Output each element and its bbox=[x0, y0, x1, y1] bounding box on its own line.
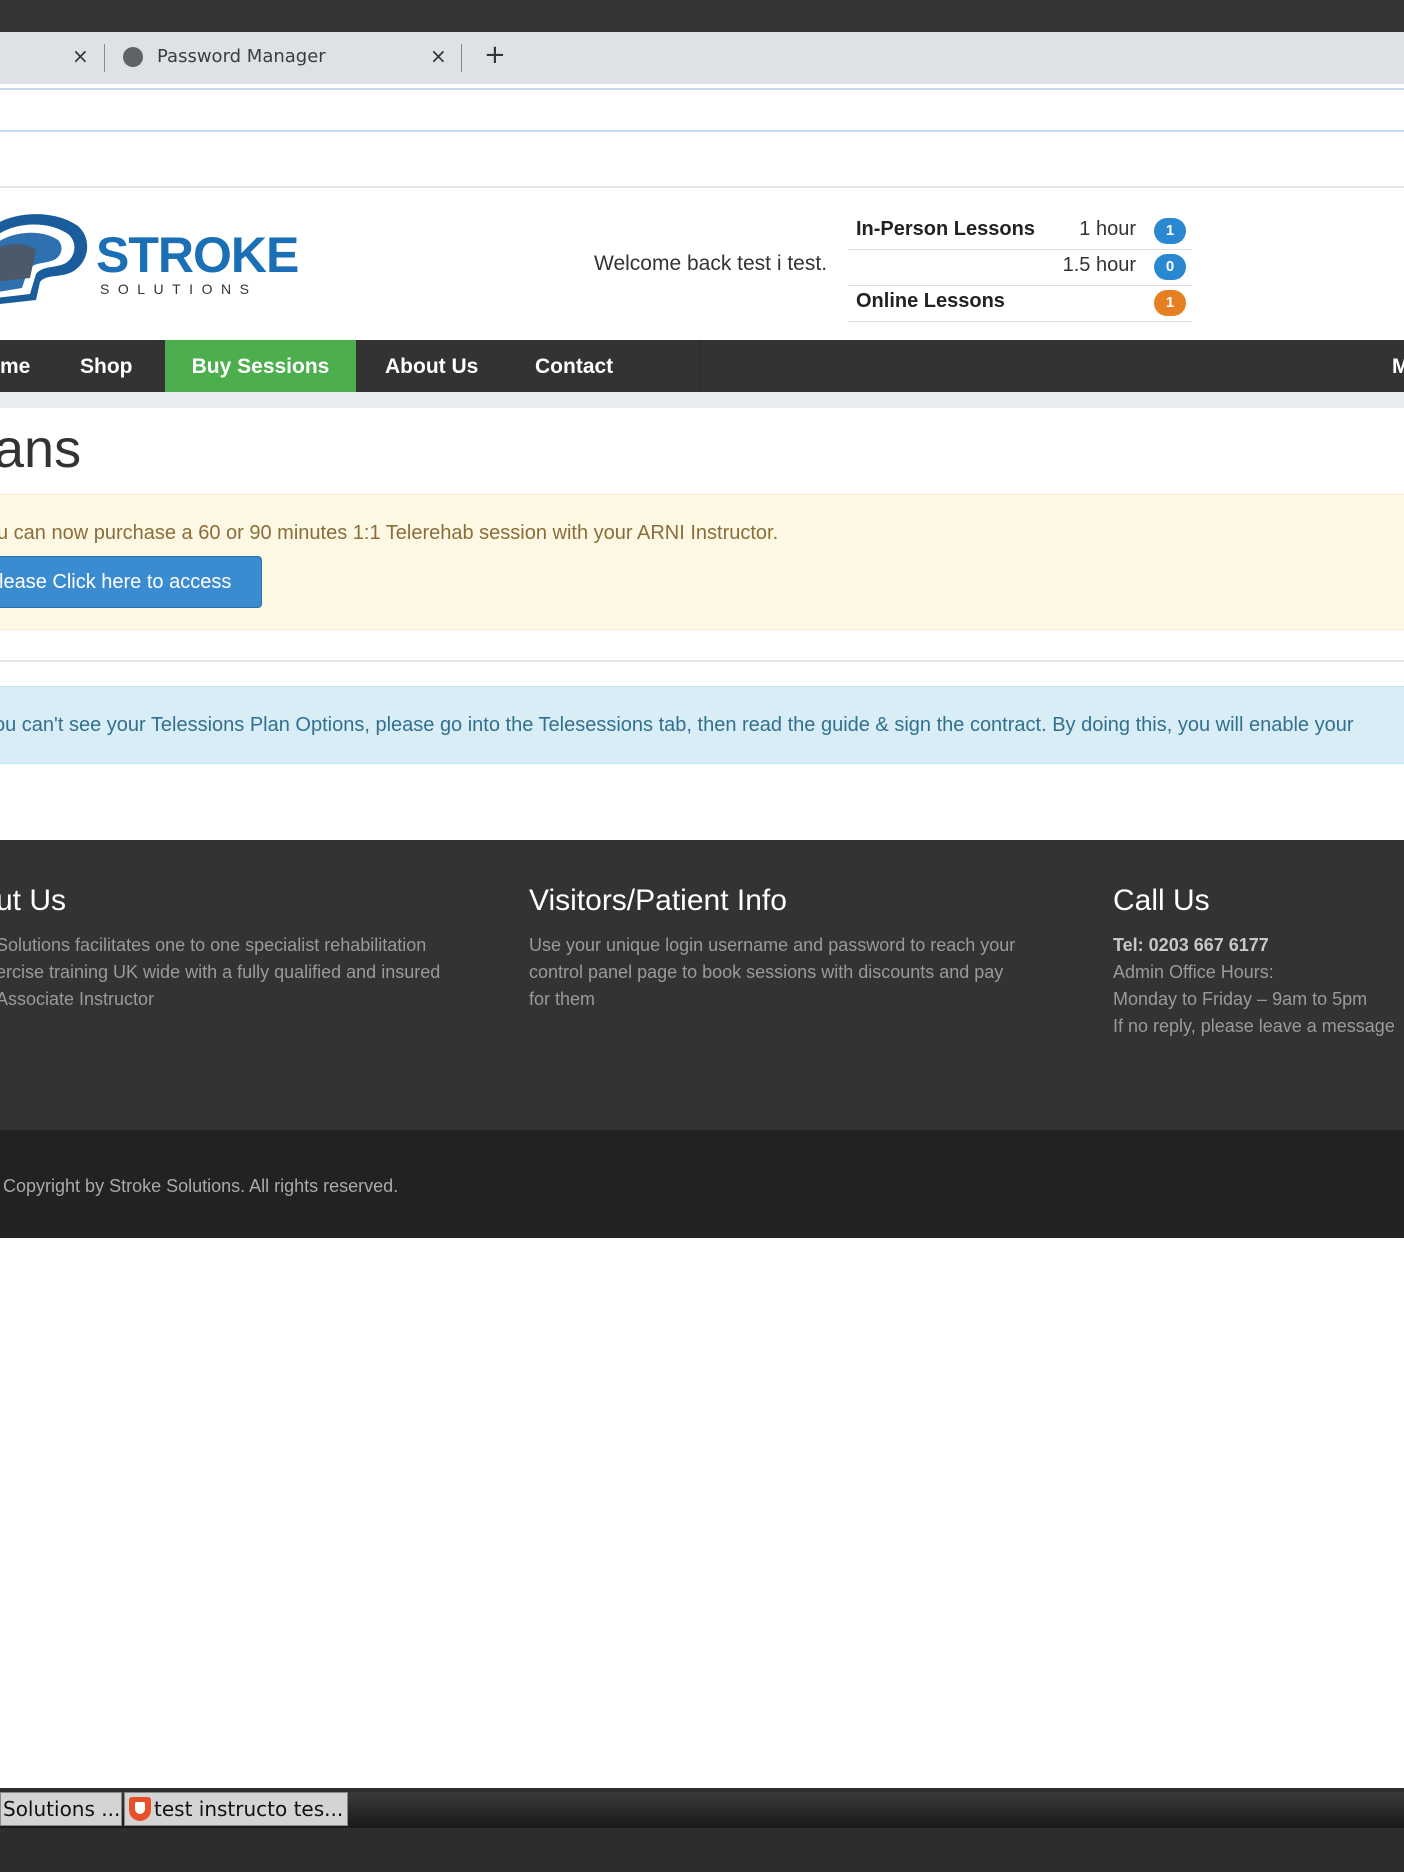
lesson-count-badge: 1 bbox=[1154, 218, 1186, 244]
nav-shop[interactable]: Shop bbox=[55, 340, 158, 392]
footer-call-heading: Call Us bbox=[1113, 884, 1210, 917]
lesson-count-badge: 0 bbox=[1154, 254, 1186, 280]
taskbar-window-label: test instructo tes... bbox=[154, 1797, 344, 1821]
footer-call-text: Tel: 0203 667 6177 Admin Office Hours: M… bbox=[1113, 932, 1395, 1040]
tab-separator bbox=[461, 44, 462, 72]
logo-subtitle: SOLUTIONS bbox=[100, 281, 258, 297]
address-border bbox=[0, 88, 1404, 90]
lesson-duration: 1.5 hour bbox=[1062, 254, 1136, 276]
footer-visitors-text: Use your unique login username and passw… bbox=[529, 932, 1015, 1013]
tab-separator bbox=[104, 44, 105, 72]
nav-right-item[interactable]: M bbox=[1392, 340, 1404, 392]
address-border bbox=[0, 130, 1404, 132]
lesson-duration: 1 hour bbox=[1079, 218, 1136, 240]
address-area bbox=[0, 84, 1404, 188]
copyright-label: Copyright by Stroke Solutions. All right… bbox=[3, 1176, 399, 1196]
footer-visitors-line: control panel page to book sessions with… bbox=[529, 962, 1004, 982]
main-navbar: me Shop Buy Sessions About Us Contact M bbox=[0, 340, 1404, 392]
lesson-row: 1.5 hour 0 bbox=[848, 248, 1192, 284]
footer-about-line: Associate Instructor bbox=[0, 989, 155, 1009]
site-footer: ut Us Solutions facilitates one to one s… bbox=[0, 840, 1404, 1130]
taskbar-window-label: Solutions ... bbox=[3, 1797, 121, 1821]
footer-call-line: If no reply, please leave a message bbox=[1113, 1016, 1395, 1036]
globe-icon bbox=[123, 47, 143, 67]
taskbar-window-test-instructor[interactable]: test instructo tes... bbox=[124, 1792, 348, 1826]
nav-home[interactable]: me bbox=[0, 340, 55, 392]
footer-about-line: Solutions facilitates one to one special… bbox=[0, 935, 427, 955]
copyright-text: Copyright by Stroke Solutions. All right… bbox=[0, 1176, 398, 1197]
tab-password-manager[interactable]: Password Manager bbox=[157, 46, 326, 67]
row-divider bbox=[848, 321, 1192, 322]
footer-about-heading: ut Us bbox=[0, 884, 67, 917]
nav-sub-bar bbox=[0, 392, 1404, 408]
footer-call-line: Admin Office Hours: bbox=[1113, 962, 1274, 982]
content-divider bbox=[0, 660, 1404, 662]
telesessions-info-text: ou can't see your Telessions Plan Option… bbox=[0, 714, 1354, 736]
lesson-label: Online Lessons bbox=[856, 290, 1005, 312]
os-top-bar bbox=[0, 0, 1404, 32]
footer-call-line: Monday to Friday – 9am to 5pm bbox=[1113, 989, 1368, 1009]
logo-wordmark[interactable]: STROKE bbox=[96, 226, 299, 284]
access-button[interactable]: lease Click here to access bbox=[0, 556, 262, 608]
logo-head-icon bbox=[0, 214, 87, 304]
lesson-label: In-Person Lessons bbox=[856, 218, 1035, 240]
page-title: ans bbox=[0, 419, 82, 479]
nav-buy-sessions[interactable]: Buy Sessions bbox=[165, 340, 356, 392]
footer-phone[interactable]: Tel: 0203 667 6177 bbox=[1113, 932, 1395, 959]
footer-about-line: ercise training UK wide with a fully qua… bbox=[0, 962, 441, 982]
lesson-row: Online Lessons 1 bbox=[848, 284, 1192, 320]
lesson-row: In-Person Lessons 1 hour 1 bbox=[848, 212, 1192, 248]
header-divider bbox=[0, 186, 1404, 188]
footer-visitors-heading: Visitors/Patient Info bbox=[529, 884, 787, 917]
new-tab-icon[interactable]: + bbox=[484, 40, 506, 70]
footer-visitors-line: for them bbox=[529, 989, 596, 1009]
nav-separator bbox=[700, 340, 701, 392]
footer-visitors-line: Use your unique login username and passw… bbox=[529, 935, 1016, 955]
welcome-text: Welcome back test i test. bbox=[594, 252, 828, 275]
footer-about-text: Solutions facilitates one to one special… bbox=[0, 932, 440, 1013]
tab-close-icon[interactable]: × bbox=[430, 46, 447, 66]
telerehab-alert-text: u can now purchase a 60 or 90 minutes 1:… bbox=[0, 522, 779, 544]
taskbar-window-stroke-solutions[interactable]: Solutions ... bbox=[0, 1792, 122, 1826]
nav-contact[interactable]: Contact bbox=[510, 340, 638, 392]
tab-close-icon[interactable]: × bbox=[72, 46, 89, 66]
brave-browser-icon bbox=[129, 1796, 151, 1821]
nav-about-us[interactable]: About Us bbox=[360, 340, 503, 392]
lesson-count-badge: 1 bbox=[1154, 290, 1186, 316]
